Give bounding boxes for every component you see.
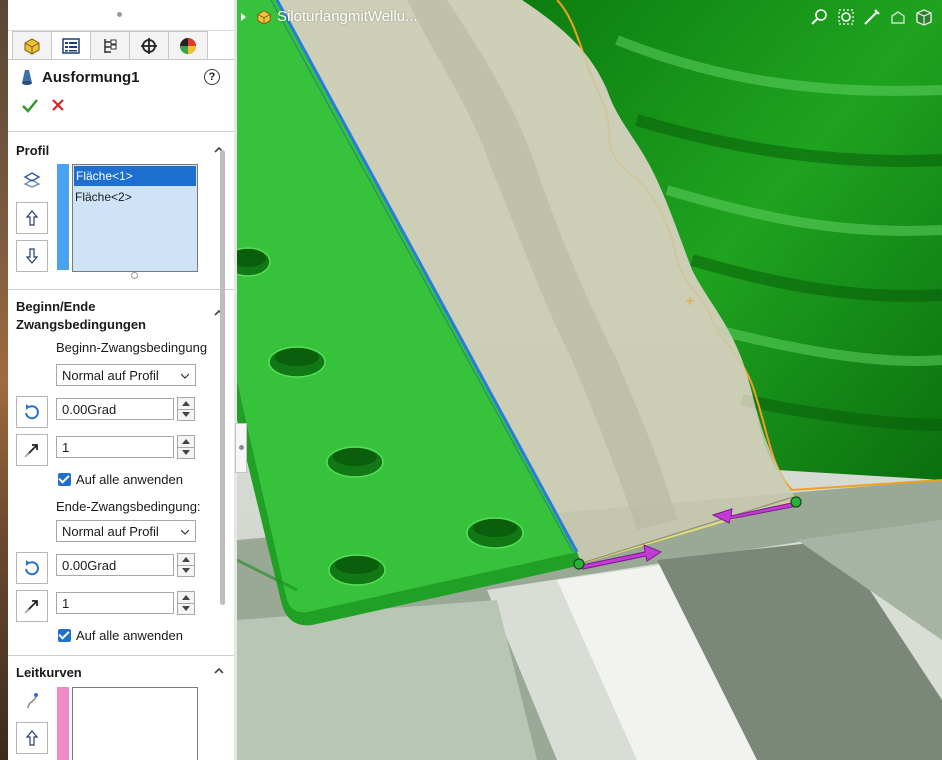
loft-icon [22,70,32,85]
rotate-icon [25,404,39,420]
start-angle-input[interactable]: 0.00Grad [56,398,174,420]
start-apply-all-label: Auf alle anwenden [76,472,183,487]
profile-select-icon [23,172,41,188]
model-render [237,0,942,760]
chevron-down-icon [181,529,189,535]
start-constraint-value: Normal auf Profil [62,368,159,383]
profile-color-bar [57,164,69,270]
rotate-icon [25,560,39,576]
zoom-area-button[interactable] [836,7,856,27]
arrow-up-icon [26,730,38,746]
constraints-section-title-2: Zwangsbedingungen [16,317,146,332]
move-up-button[interactable] [16,202,48,234]
manager-tabs [8,31,234,60]
ok-button[interactable] [22,99,38,116]
arrow-up-icon [26,210,38,226]
configuration-icon [104,38,117,53]
checkbox-checked-icon [58,473,71,486]
list-item[interactable]: Fläche<1> [74,166,196,186]
guides-list[interactable] [72,687,198,760]
graphics-viewport[interactable] [237,0,942,760]
move-up-button[interactable] [16,722,48,754]
diagonal-arrow-icon [24,444,38,458]
end-apply-all-label: Auf alle anwenden [76,628,183,643]
part-name: SiloturlangmitWellu... [277,8,418,25]
reverse-direction-button[interactable] [16,552,48,584]
end-angle-spinner[interactable] [177,553,195,577]
checkbox-checked-icon [58,629,71,642]
start-apply-all-checkbox[interactable]: Auf alle anwenden [58,472,183,487]
checkmark-icon [22,99,38,113]
end-length-input[interactable]: 1 [56,592,174,614]
tab-configuration-manager[interactable] [90,31,130,59]
cube-icon [916,9,932,26]
tab-feature-manager[interactable] [12,31,52,59]
divider [8,655,234,656]
tangent-length-button[interactable] [16,590,48,622]
guide-curve-icon [27,693,38,709]
tab-dimxpert-manager[interactable] [129,31,169,59]
zoom-area-icon [838,9,854,25]
reverse-direction-button[interactable] [16,396,48,428]
tangent-length-button[interactable] [16,434,48,466]
end-constraint-label: Ende-Zwangsbedingung: [56,499,201,514]
part-icon [24,37,40,55]
expand-arrow-icon[interactable] [241,12,246,21]
appearance-pie-icon [180,37,196,54]
end-length-spinner[interactable] [177,591,195,615]
close-icon [52,99,64,111]
start-constraint-label: Beginn-Zwangsbedingung [56,340,208,355]
start-length-input[interactable]: 1 [56,436,174,458]
end-apply-all-checkbox[interactable]: Auf alle anwenden [58,628,183,643]
divider [8,289,234,290]
profile-section-title: Profil [16,143,50,158]
tab-display-manager[interactable] [168,31,208,59]
part-icon [257,9,271,25]
background-strip [0,0,8,760]
previous-view-icon [864,9,880,25]
help-icon[interactable]: ? [204,69,220,85]
previous-view-button[interactable] [862,7,882,27]
chevron-up-icon[interactable] [214,666,224,676]
section-view-icon [891,11,905,24]
property-list-icon [62,37,80,54]
chevron-down-icon [181,373,189,379]
feature-tree-flyout[interactable]: SiloturlangmitWellu... [241,8,418,25]
zoom-to-fit-button[interactable] [810,7,830,27]
section-view-button[interactable] [888,7,908,27]
guides-section-title: Leitkurven [16,665,82,680]
start-constraint-select[interactable]: Normal auf Profil [56,364,196,386]
divider [8,131,234,132]
list-resize-grip[interactable] [131,272,138,279]
end-constraint-value: Normal auf Profil [62,524,159,539]
start-length-spinner[interactable] [177,435,195,459]
view-orientation-button[interactable] [914,7,934,27]
panel-collapse-handle[interactable] [235,423,247,473]
end-constraint-select[interactable]: Normal auf Profil [56,520,196,542]
profile-list[interactable]: Fläche<1> Fläche<2> [72,164,198,272]
crosshair-icon [141,37,157,54]
scrollbar[interactable] [220,150,225,605]
start-angle-spinner[interactable] [177,397,195,421]
end-angle-input[interactable]: 0.00Grad [56,554,174,576]
feature-title: Ausformung1 [42,68,140,86]
constraints-section-title-1: Beginn/Ende [16,299,96,314]
feature-header: Ausformung1 ? [20,66,224,88]
tab-property-manager[interactable] [51,31,91,59]
move-down-button[interactable] [16,240,48,272]
diagonal-arrow-icon [24,600,38,614]
panel-grip[interactable] [8,0,234,31]
zoom-fit-icon [811,9,827,25]
arrow-down-icon [26,248,38,264]
heads-up-view-toolbar [810,7,934,27]
cancel-button[interactable] [52,99,64,114]
list-item[interactable]: Fläche<2> [73,187,197,207]
guides-color-bar [57,687,69,760]
property-manager: Ausformung1 ? Profil Fläche<1> Fläche<2> [8,0,235,760]
